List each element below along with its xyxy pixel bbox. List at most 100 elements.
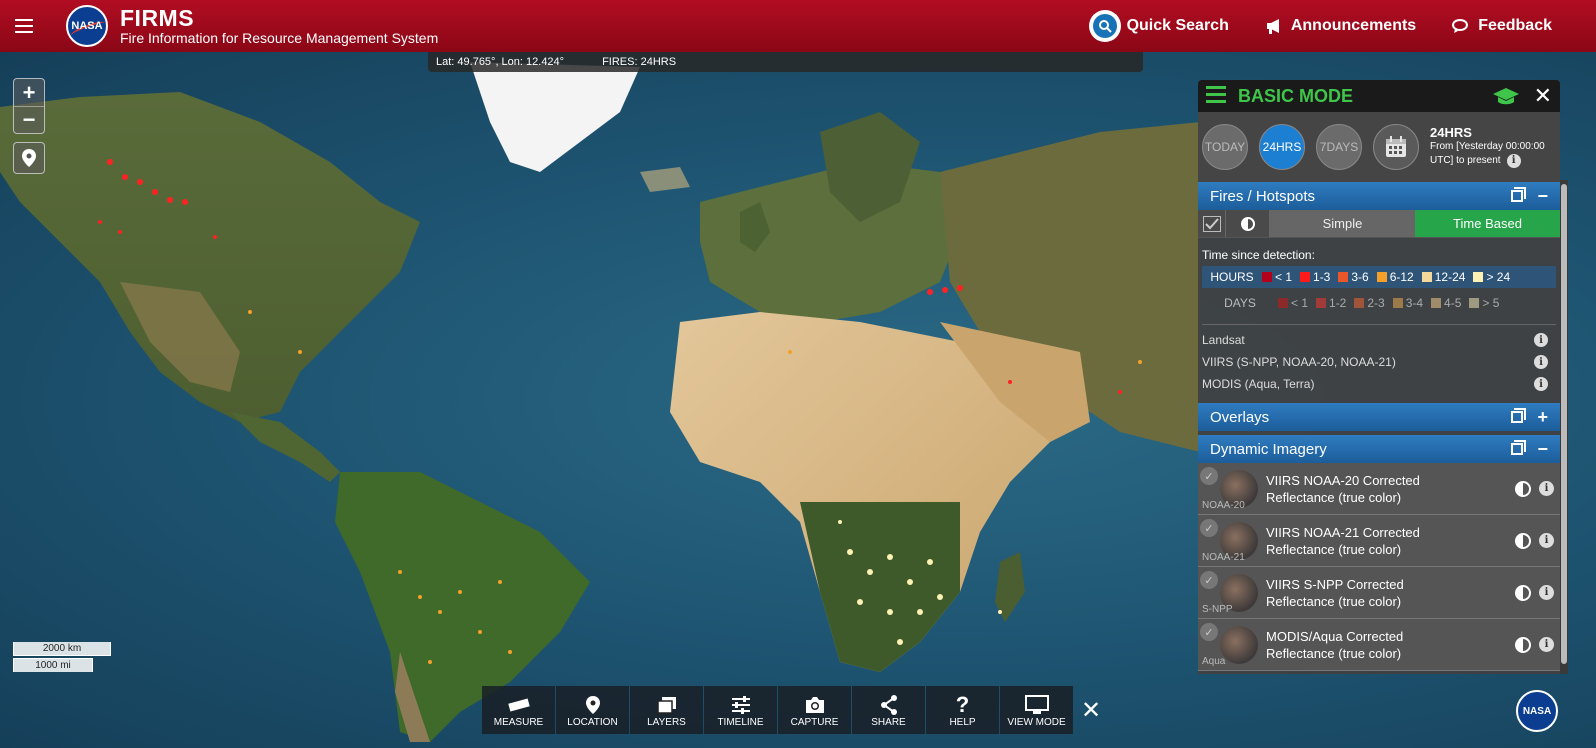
scale-mi: 1000 mi bbox=[13, 658, 93, 672]
menu-icon[interactable] bbox=[0, 0, 48, 52]
help-button[interactable]: ? HELP bbox=[926, 686, 999, 734]
copy-icon[interactable] bbox=[1511, 440, 1527, 455]
info-icon[interactable]: i bbox=[1539, 637, 1554, 652]
legend-swatch bbox=[1421, 272, 1432, 282]
legend-swatch bbox=[1338, 272, 1349, 282]
legend-swatch bbox=[1473, 272, 1484, 282]
announcements-button[interactable]: Announcements bbox=[1265, 17, 1416, 35]
imagery-item[interactable]: ✓ Aqua MODIS/Aqua Corrected Reflectance (… bbox=[1198, 619, 1560, 671]
fires-view-toggle: Simple Time Based bbox=[1198, 210, 1560, 238]
panel-scrollbar-thumb[interactable] bbox=[1561, 184, 1567, 664]
fires-hotspots-header[interactable]: Fires / Hotspots − bbox=[1198, 182, 1560, 210]
zoom-out-button[interactable]: − bbox=[14, 106, 44, 133]
days-legend: DAYS < 1 1-2 2-3 3-4 4-5 > 5 bbox=[1224, 296, 1500, 310]
time-based-option[interactable]: Time Based bbox=[1415, 210, 1560, 237]
basic-mode-panel: BASIC MODE ✕ TODAY 24HRS 7DAYS 24HRS Fro… bbox=[1198, 80, 1560, 674]
search-icon bbox=[1088, 10, 1121, 42]
monitor-icon bbox=[1024, 693, 1049, 717]
imagery-item[interactable]: ✓ NOAA-20 VIIRS NOAA-20 Corrected Reflect… bbox=[1198, 463, 1560, 515]
sensor-modis: MODIS (Aqua, Terra) i bbox=[1202, 373, 1556, 395]
app-subtitle: Fire Information for Resource Management… bbox=[120, 30, 439, 46]
dynamic-imagery-header[interactable]: Dynamic Imagery − bbox=[1198, 435, 1560, 463]
check-icon[interactable]: ✓ bbox=[1200, 623, 1218, 641]
legend-swatch bbox=[1300, 272, 1311, 282]
info-icon[interactable]: i bbox=[1506, 154, 1521, 168]
bottom-toolbar: MEASURE LOCATION LAYERS TIMELINE CAPTURE… bbox=[482, 686, 1109, 734]
panel-close-button[interactable]: ✕ bbox=[1534, 83, 1552, 109]
timeline-button[interactable]: TIMELINE bbox=[704, 686, 777, 734]
question-icon: ? bbox=[955, 691, 970, 717]
header: NASA FIRMS Fire Information for Resource… bbox=[0, 0, 1596, 52]
info-icon[interactable]: i bbox=[1539, 481, 1554, 496]
time-7days-button[interactable]: 7DAYS bbox=[1316, 124, 1362, 170]
location-pin-icon bbox=[22, 149, 36, 167]
calendar-button[interactable] bbox=[1373, 124, 1419, 170]
sensor-list: Landsat i VIIRS (S-NPP, NOAA-20, NOAA-21)… bbox=[1202, 324, 1556, 395]
capture-button[interactable]: CAPTURE bbox=[778, 686, 851, 734]
ruler-icon bbox=[507, 693, 530, 717]
panel-menu-icon[interactable] bbox=[1206, 85, 1226, 108]
zoom-in-button[interactable]: + bbox=[14, 79, 44, 106]
location-button[interactable]: LOCATION bbox=[556, 686, 629, 734]
mode-title: BASIC MODE bbox=[1238, 85, 1354, 106]
graduation-cap-icon[interactable] bbox=[1492, 87, 1520, 105]
expand-icon[interactable]: + bbox=[1537, 407, 1548, 428]
legend-swatch bbox=[1278, 298, 1288, 308]
info-icon[interactable]: i bbox=[1534, 333, 1548, 347]
check-icon[interactable]: ✓ bbox=[1200, 571, 1218, 589]
time-24hrs-button[interactable]: 24HRS bbox=[1259, 124, 1305, 170]
collapse-icon[interactable]: − bbox=[1537, 439, 1548, 460]
quick-search-button[interactable]: Quick Search bbox=[1088, 10, 1229, 42]
camera-icon bbox=[804, 693, 826, 717]
sliders-icon bbox=[731, 693, 751, 717]
fires-period: FIRES: 24HRS bbox=[602, 56, 677, 68]
sensor-landsat: Landsat i bbox=[1202, 329, 1556, 351]
simple-option[interactable]: Simple bbox=[1270, 210, 1415, 237]
view-mode-button[interactable]: VIEW MODE bbox=[1000, 686, 1073, 734]
megaphone-icon bbox=[1265, 18, 1285, 34]
legend-swatch bbox=[1376, 272, 1387, 282]
scale-bar: 2000 km 1000 mi bbox=[13, 642, 111, 672]
location-pin-icon bbox=[585, 693, 600, 717]
imagery-thumbnail bbox=[1220, 625, 1258, 664]
half-circle-icon bbox=[1240, 216, 1255, 231]
check-icon bbox=[1202, 215, 1221, 232]
opacity-button[interactable] bbox=[1226, 210, 1270, 237]
feedback-button[interactable]: Feedback bbox=[1452, 17, 1552, 35]
hours-legend: HOURS < 1 1-3 3-6 6-12 12-24 > 24 bbox=[1202, 266, 1556, 288]
nasa-logo-corner[interactable]: NASA bbox=[1516, 690, 1558, 732]
imagery-item[interactable]: ✓ NOAA-21 VIIRS NOAA-21 Corrected Reflect… bbox=[1198, 515, 1560, 567]
sensor-viirs: VIIRS (S-NPP, NOAA-20, NOAA-21) i bbox=[1202, 351, 1556, 373]
info-icon[interactable]: i bbox=[1539, 533, 1554, 548]
info-icon[interactable]: i bbox=[1539, 585, 1554, 600]
check-icon[interactable]: ✓ bbox=[1200, 467, 1218, 485]
share-icon bbox=[880, 693, 898, 717]
info-icon[interactable]: i bbox=[1534, 355, 1548, 369]
layers-icon bbox=[656, 693, 677, 717]
legend-swatch bbox=[1392, 298, 1403, 308]
toolbar-close-button[interactable]: ✕ bbox=[1074, 686, 1108, 734]
time-today-button[interactable]: TODAY bbox=[1202, 124, 1248, 170]
measure-button[interactable]: MEASURE bbox=[482, 686, 555, 734]
opacity-icon[interactable] bbox=[1515, 636, 1531, 653]
imagery-item[interactable]: ✓ S-NPP VIIRS S-NPP Corrected Reflectance… bbox=[1198, 567, 1560, 619]
share-button[interactable]: SHARE bbox=[852, 686, 925, 734]
opacity-icon[interactable] bbox=[1515, 584, 1531, 601]
app-title: FIRMS bbox=[120, 5, 195, 31]
collapse-icon[interactable]: − bbox=[1537, 186, 1548, 207]
time-info: 24HRS From [Yesterday 00:00:00 UTC] to p… bbox=[1430, 125, 1545, 168]
panel-header: BASIC MODE ✕ bbox=[1198, 80, 1560, 112]
check-icon[interactable]: ✓ bbox=[1200, 519, 1218, 537]
layers-button[interactable]: LAYERS bbox=[630, 686, 703, 734]
copy-icon[interactable] bbox=[1511, 187, 1527, 202]
opacity-icon[interactable] bbox=[1515, 480, 1531, 497]
time-range-selector: TODAY 24HRS 7DAYS 24HRS From [Yesterday … bbox=[1198, 112, 1560, 182]
fires-visible-checkbox[interactable] bbox=[1198, 210, 1226, 237]
opacity-icon[interactable] bbox=[1515, 532, 1531, 549]
locate-button[interactable] bbox=[13, 142, 45, 174]
overlays-header[interactable]: Overlays + bbox=[1198, 403, 1560, 431]
legend-swatch bbox=[1262, 272, 1272, 282]
nasa-logo[interactable]: NASA bbox=[66, 5, 108, 47]
info-icon[interactable]: i bbox=[1534, 377, 1548, 391]
copy-icon[interactable] bbox=[1511, 408, 1527, 423]
